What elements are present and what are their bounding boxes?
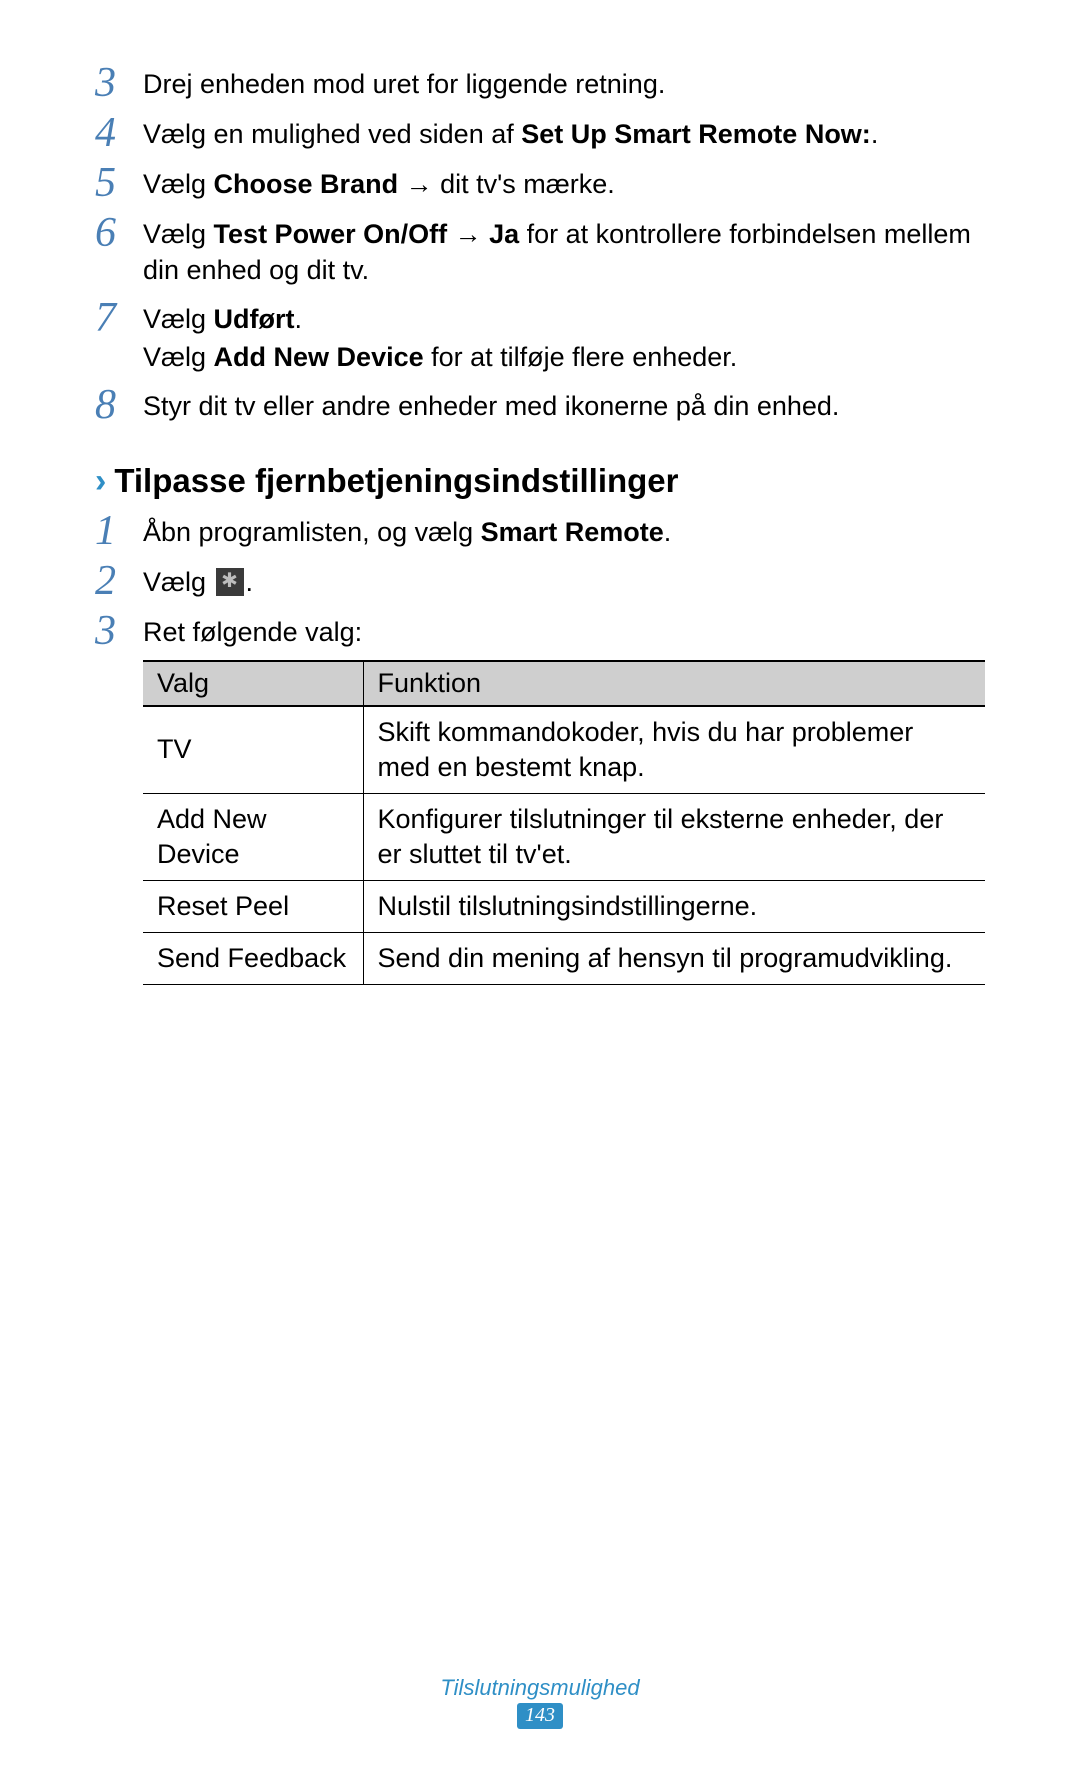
step: 2Vælg . — [95, 558, 985, 602]
page-content: 3Drej enheden mod uret for liggende retn… — [0, 0, 1080, 985]
step-text: Ret følgende valg: — [143, 608, 985, 650]
step: 6Vælg Test Power On/Off → Ja for at kont… — [95, 210, 985, 289]
table-header-function: Funktion — [363, 661, 985, 706]
table-cell-option: TV — [143, 706, 363, 794]
step: 4Vælg en mulighed ved siden af Set Up Sm… — [95, 110, 985, 154]
step-number: 7 — [95, 295, 143, 339]
step-subtext: Vælg Add New Device for at tilføje flere… — [143, 339, 985, 375]
step: 1Åbn programlisten, og vælg Smart Remote… — [95, 508, 985, 552]
table-row: TVSkift kommandokoder, hvis du har probl… — [143, 706, 985, 794]
table-cell-function: Konfigurer tilslutninger til eksterne en… — [363, 793, 985, 880]
step-number: 4 — [95, 110, 143, 154]
page-number: 143 — [517, 1703, 563, 1729]
options-table-wrap: Valg Funktion TVSkift kommandokoder, hvi… — [95, 660, 985, 986]
step-text: Styr dit tv eller andre enheder med ikon… — [143, 382, 985, 424]
table-row: Add New DeviceKonfigurer tilslutninger t… — [143, 793, 985, 880]
step-text: Vælg . — [143, 558, 985, 600]
section-title: Tilpasse fjernbetjeningsindstillinger — [114, 462, 678, 500]
section-heading: › Tilpasse fjernbetjeningsindstillinger — [95, 462, 985, 500]
table-cell-option: Add New Device — [143, 793, 363, 880]
gear-icon — [216, 568, 244, 596]
steps-first-group: 3Drej enheden mod uret for liggende retn… — [95, 60, 985, 426]
table-cell-function: Nulstil tilslutningsindstillingerne. — [363, 881, 985, 933]
table-cell-option: Send Feedback — [143, 933, 363, 985]
table-row: Reset PeelNulstil tilslutningsindstillin… — [143, 881, 985, 933]
step-text: Vælg Test Power On/Off → Ja for at kontr… — [143, 210, 985, 289]
step: 7Vælg Udført.Vælg Add New Device for at … — [95, 295, 985, 376]
step-number: 1 — [95, 508, 143, 552]
step-number: 3 — [95, 608, 143, 652]
step-text: Vælg Udført.Vælg Add New Device for at t… — [143, 295, 985, 376]
step: 3Ret følgende valg: — [95, 608, 985, 652]
step-number: 6 — [95, 210, 143, 254]
table-cell-option: Reset Peel — [143, 881, 363, 933]
step: 5Vælg Choose Brand → dit tv's mærke. — [95, 160, 985, 204]
step-text: Drej enheden mod uret for liggende retni… — [143, 60, 985, 102]
step-text: Åbn programlisten, og vælg Smart Remote. — [143, 508, 985, 550]
step-text: Vælg en mulighed ved siden af Set Up Sma… — [143, 110, 985, 152]
step-number: 8 — [95, 382, 143, 426]
step: 3Drej enheden mod uret for liggende retn… — [95, 60, 985, 104]
table-cell-function: Send din mening af hensyn til programudv… — [363, 933, 985, 985]
steps-second-group: 1Åbn programlisten, og vælg Smart Remote… — [95, 508, 985, 652]
page-footer: Tilslutningsmulighed 143 — [0, 1675, 1080, 1729]
table-header-option: Valg — [143, 661, 363, 706]
options-table: Valg Funktion TVSkift kommandokoder, hvi… — [143, 660, 985, 986]
table-cell-function: Skift kommandokoder, hvis du har problem… — [363, 706, 985, 794]
step-text: Vælg Choose Brand → dit tv's mærke. — [143, 160, 985, 202]
step-number: 5 — [95, 160, 143, 204]
table-row: Send FeedbackSend din mening af hensyn t… — [143, 933, 985, 985]
chevron-icon: › — [95, 464, 106, 498]
step-number: 3 — [95, 60, 143, 104]
footer-category: Tilslutningsmulighed — [0, 1675, 1080, 1701]
table-header-row: Valg Funktion — [143, 661, 985, 706]
step: 8Styr dit tv eller andre enheder med iko… — [95, 382, 985, 426]
step-number: 2 — [95, 558, 143, 602]
